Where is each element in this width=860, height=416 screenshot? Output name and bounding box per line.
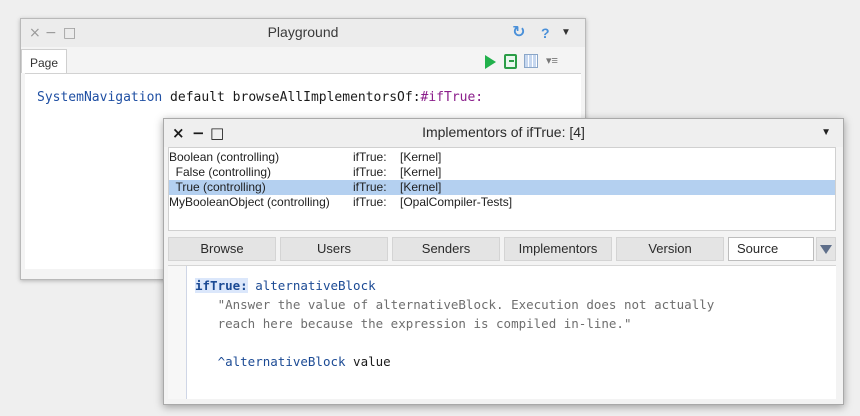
list-item-package: [OpalCompiler-Tests] [400, 195, 513, 209]
list-item-class: True (controlling) [169, 180, 266, 194]
menu-icon[interactable]: ▼ [561, 26, 571, 40]
browse-button[interactable]: Browse [168, 237, 276, 261]
method-selector: ifTrue: [195, 278, 248, 293]
list-item[interactable]: False (controlling) ifTrue: [Kernel] [169, 165, 835, 180]
code-message: default browseAllImplementorsOf: [162, 90, 421, 105]
code-symbol: #ifTrue: [420, 90, 484, 105]
list-item-package: [Kernel] [400, 165, 442, 179]
publish-icon[interactable] [504, 54, 517, 69]
code-class-name: SystemNavigation [37, 90, 163, 105]
list-item-selector: ifTrue: [353, 195, 387, 209]
list-item-class: Boolean (controlling) [169, 150, 280, 164]
implementors-window: × − □ Implementors of ifTrue: [4] ▼ Bool… [163, 118, 844, 405]
list-item-package: [Kernel] [400, 180, 442, 194]
playground-code[interactable]: SystemNavigation default browseAllImplem… [37, 90, 483, 105]
return-caret: ^ [217, 354, 226, 369]
window-title: Playground [267, 24, 339, 40]
action-bar: Browse Users Senders Implementors Versio… [168, 237, 836, 261]
run-icon[interactable] [485, 55, 496, 69]
menu-icon[interactable]: ▼ [821, 126, 831, 140]
method-comment-line-1: "Answer the value of alternativeBlock. E… [217, 297, 715, 312]
return-receiver: alternativeBlock [225, 354, 346, 369]
list-item-selector: ifTrue: [353, 180, 387, 194]
dropdown-icon[interactable]: ▾≡ [546, 55, 558, 67]
implementors-titlebar[interactable]: × − □ Implementors of ifTrue: [4] ▼ [164, 119, 843, 147]
implementors-list[interactable]: Boolean (controlling) ifTrue: [Kernel] F… [168, 147, 836, 231]
playground-titlebar[interactable]: × − □ Playground ↻ ? ▼ [21, 19, 585, 47]
list-item[interactable]: MyBooleanObject (controlling) ifTrue: [O… [169, 195, 835, 210]
list-item-selector: ifTrue: [353, 165, 387, 179]
refresh-icon[interactable]: ↻ [512, 25, 525, 41]
window-title: Implementors of ifTrue: [4] [422, 124, 585, 140]
list-item-selected[interactable]: True (controlling) ifTrue: [Kernel] [169, 180, 835, 195]
source-code[interactable]: ifTrue: alternativeBlock "Answer the val… [195, 276, 714, 371]
help-icon[interactable]: ? [541, 25, 550, 41]
list-item[interactable]: Boolean (controlling) ifTrue: [Kernel] [169, 150, 835, 165]
source-editor[interactable]: ifTrue: alternativeBlock "Answer the val… [168, 265, 836, 399]
tab-page[interactable]: Page [21, 49, 67, 73]
list-item-class: MyBooleanObject (controlling) [169, 195, 330, 209]
implementors-button[interactable]: Implementors [504, 237, 612, 261]
source-select[interactable]: Source [728, 237, 814, 261]
return-message: value [345, 354, 391, 369]
chevron-down-icon[interactable] [816, 237, 836, 261]
list-item-package: [Kernel] [400, 150, 442, 164]
users-button[interactable]: Users [280, 237, 388, 261]
method-argument: alternativeBlock [247, 278, 376, 293]
version-button[interactable]: Version [616, 237, 724, 261]
list-item-class: False (controlling) [169, 165, 272, 179]
list-item-selector: ifTrue: [353, 150, 387, 164]
editor-gutter [168, 266, 187, 399]
senders-button[interactable]: Senders [392, 237, 500, 261]
method-comment-line-2: reach here because the expression is com… [217, 316, 632, 331]
bindings-icon[interactable] [524, 54, 538, 68]
